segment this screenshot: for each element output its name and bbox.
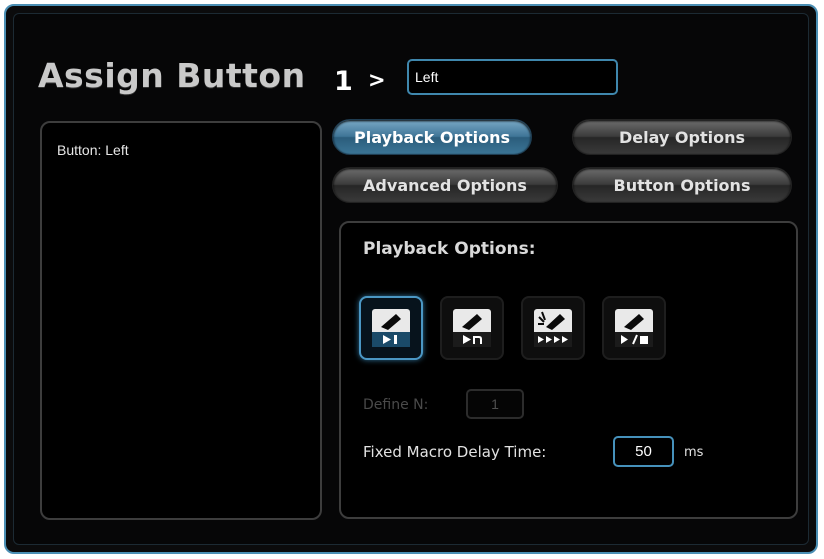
define-n-input[interactable] bbox=[466, 389, 524, 419]
button-number: 1 bbox=[334, 66, 353, 97]
delay-unit-label: ms bbox=[684, 445, 704, 460]
tab-playback-options[interactable]: Playback Options bbox=[332, 119, 532, 155]
button-assignment-panel: Button: Left bbox=[40, 121, 322, 520]
tab-advanced-options[interactable]: Advanced Options bbox=[332, 167, 558, 203]
button-assignment-label: Button: Left bbox=[57, 142, 129, 158]
page-title: Assign Button bbox=[38, 56, 306, 95]
assign-button-window: Assign Button 1 > Button: Left Playback … bbox=[4, 4, 818, 554]
fixed-macro-delay-input[interactable] bbox=[613, 436, 674, 467]
play-repeat-icon bbox=[534, 309, 572, 347]
tab-button-options[interactable]: Button Options bbox=[572, 167, 792, 203]
fixed-macro-delay-label: Fixed Macro Delay Time: bbox=[363, 443, 547, 461]
button-name-input[interactable] bbox=[407, 59, 618, 95]
play-n-times-icon bbox=[453, 309, 491, 347]
play-toggle-button[interactable] bbox=[602, 296, 666, 360]
play-n-times-button[interactable] bbox=[440, 296, 504, 360]
play-once-button[interactable] bbox=[359, 296, 423, 360]
tab-delay-options[interactable]: Delay Options bbox=[572, 119, 792, 155]
play-toggle-icon bbox=[615, 309, 653, 347]
chevron-right-icon: > bbox=[368, 68, 386, 92]
playback-options-panel: Playback Options: Define N: 1 Fixed Macr… bbox=[339, 221, 798, 519]
play-once-icon bbox=[372, 309, 410, 347]
playback-options-heading: Playback Options: bbox=[363, 239, 536, 259]
define-n-label: Define N: bbox=[363, 397, 429, 413]
play-repeat-button[interactable] bbox=[521, 296, 585, 360]
